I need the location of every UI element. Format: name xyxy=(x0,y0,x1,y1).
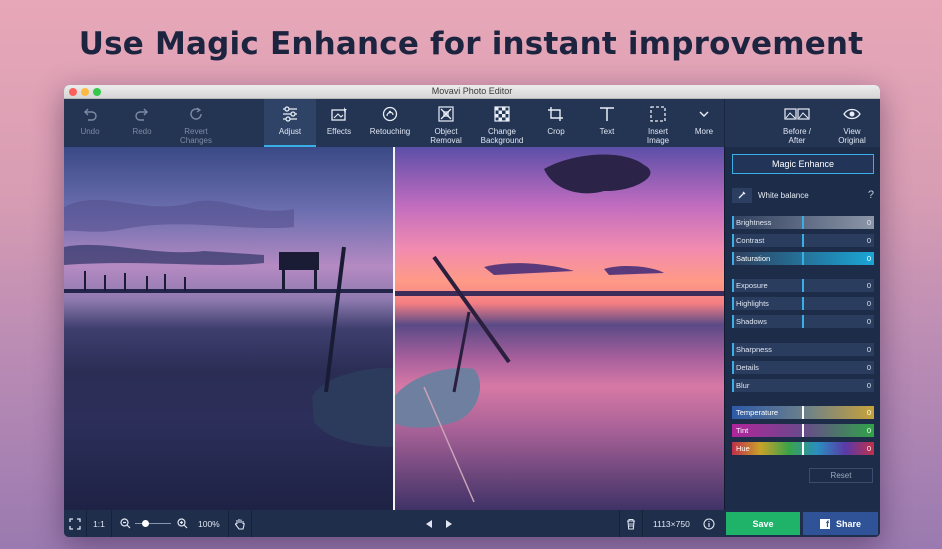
retouching-icon xyxy=(381,105,399,123)
retouching-label: Retouching xyxy=(369,127,411,136)
tab-text[interactable]: Text xyxy=(582,99,632,147)
more-label: More xyxy=(694,127,714,136)
hand-tool-icon[interactable] xyxy=(229,517,251,530)
eye-icon xyxy=(843,105,861,123)
revert-icon xyxy=(188,105,204,123)
revert-changes-button[interactable]: Revert Changes xyxy=(168,99,224,147)
sharpness-slider[interactable]: Sharpness 0 xyxy=(732,343,874,356)
window-title: Movavi Photo Editor xyxy=(431,86,513,96)
zoom-level: 100% xyxy=(198,518,220,529)
tab-change-background[interactable]: Change Background xyxy=(474,99,530,147)
share-button[interactable]: f Share xyxy=(803,512,878,535)
white-balance-row: White balance ? xyxy=(732,187,874,203)
effects-icon xyxy=(330,105,348,123)
adjust-label: Adjust xyxy=(278,127,302,136)
tab-retouching[interactable]: Retouching xyxy=(362,99,418,147)
headline: Use Magic Enhance for instant improvemen… xyxy=(78,26,864,62)
tab-effects[interactable]: Effects xyxy=(316,99,362,147)
brightness-slider[interactable]: Brightness 0 xyxy=(732,216,874,229)
blur-slider[interactable]: Blur 0 xyxy=(732,379,874,392)
redo-button[interactable]: Redo xyxy=(116,99,168,147)
details-slider[interactable]: Details 0 xyxy=(732,361,874,374)
view-original-button[interactable]: View Original xyxy=(824,99,880,147)
shadows-slider[interactable]: Shadows 0 xyxy=(732,315,874,328)
crop-icon xyxy=(547,105,565,123)
tab-object-removal[interactable]: Object Removal xyxy=(418,99,474,147)
undo-button[interactable]: Undo xyxy=(64,99,116,147)
reset-button[interactable]: Reset xyxy=(809,468,873,483)
object-removal-icon xyxy=(437,105,455,123)
before-after-icon xyxy=(784,105,810,123)
redo-icon xyxy=(134,105,150,123)
text-icon xyxy=(598,105,616,123)
contrast-slider[interactable]: Contrast 0 xyxy=(732,234,874,247)
hue-slider[interactable]: Hue 0 xyxy=(732,442,874,455)
bottom-bar: 1:1 100% 1113×750 Save f Share xyxy=(64,510,880,537)
revert-label: Revert Changes xyxy=(179,127,213,145)
insert-image-icon xyxy=(649,105,667,123)
tab-crop[interactable]: Crop xyxy=(530,99,582,147)
share-label: Share xyxy=(835,518,861,529)
facebook-icon: f xyxy=(819,518,830,529)
zoom-out-icon[interactable] xyxy=(120,518,131,529)
effects-label: Effects xyxy=(326,127,352,136)
saturation-slider[interactable]: Saturation 0 xyxy=(732,252,874,265)
trash-icon[interactable] xyxy=(620,518,642,530)
photo-canvas[interactable] xyxy=(64,147,724,510)
help-icon[interactable]: ? xyxy=(868,189,874,201)
white-balance-label: White balance xyxy=(758,190,809,200)
exposure-slider[interactable]: Exposure 0 xyxy=(732,279,874,292)
sliders-icon xyxy=(281,105,299,123)
insert-image-label: Insert Image xyxy=(646,127,670,145)
before-after-divider[interactable] xyxy=(393,147,395,510)
info-icon[interactable] xyxy=(703,517,715,530)
actual-size-button[interactable]: 1:1 xyxy=(87,519,111,529)
crop-label: Crop xyxy=(547,127,565,136)
change-background-label: Change Background xyxy=(480,127,524,145)
adjust-panel: Magic Enhance White balance ? Brightness… xyxy=(724,147,880,510)
object-removal-label: Object Removal xyxy=(430,127,462,145)
save-button[interactable]: Save xyxy=(726,512,800,535)
view-original-label: View Original xyxy=(838,127,866,145)
undo-label: Undo xyxy=(80,127,100,136)
temperature-slider[interactable]: Temperature 0 xyxy=(732,406,874,419)
tab-adjust[interactable]: Adjust xyxy=(264,99,316,147)
change-background-icon xyxy=(493,105,511,123)
chevron-down-icon xyxy=(698,105,710,123)
before-after-label: Before / After xyxy=(782,127,811,145)
title-bar: Movavi Photo Editor xyxy=(64,85,880,99)
tab-insert-image[interactable]: Insert Image xyxy=(632,99,684,147)
after-image xyxy=(394,147,724,510)
next-image-icon[interactable] xyxy=(444,519,454,529)
toolbar: Undo Redo Revert Changes Adjust Effects xyxy=(64,99,880,147)
tint-slider[interactable]: Tint 0 xyxy=(732,424,874,437)
undo-icon xyxy=(82,105,98,123)
highlights-slider[interactable]: Highlights 0 xyxy=(732,297,874,310)
previous-image-icon[interactable] xyxy=(424,519,434,529)
zoom-slider[interactable] xyxy=(135,519,171,529)
more-button[interactable]: More xyxy=(684,99,724,147)
redo-label: Redo xyxy=(132,127,152,136)
before-image xyxy=(64,147,394,510)
text-label: Text xyxy=(599,127,615,136)
image-dimensions: 1113×750 xyxy=(653,518,690,529)
eyedropper-icon[interactable] xyxy=(732,187,752,203)
magic-enhance-button[interactable]: Magic Enhance xyxy=(732,154,874,174)
zoom-in-icon[interactable] xyxy=(177,518,188,529)
app-window: Movavi Photo Editor Undo Redo Revert Cha… xyxy=(64,85,880,537)
before-after-button[interactable]: Before / After xyxy=(770,99,824,147)
fullscreen-icon[interactable] xyxy=(64,517,86,530)
